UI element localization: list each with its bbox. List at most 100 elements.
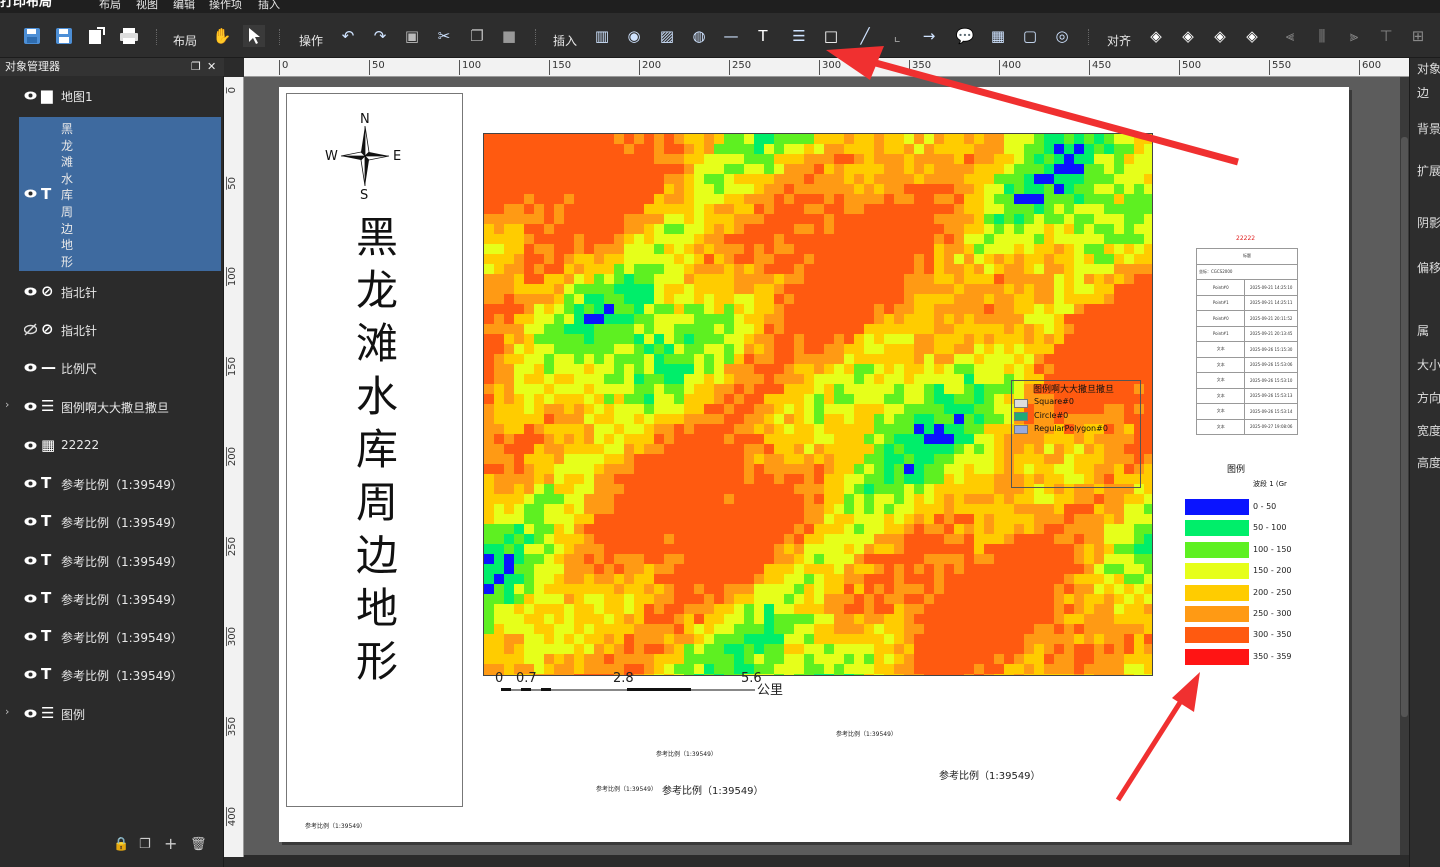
eye-icon[interactable] — [24, 89, 37, 102]
object-row[interactable]: T 参考比例（1:39549） — [0, 503, 224, 539]
insert-web-icon[interactable]: ◎ — [1051, 25, 1073, 47]
table-row: 文本 2025-09-26 15:53:13 — [1195, 387, 1298, 404]
object-row[interactable]: T 参考比例（1:39549） — [0, 465, 224, 501]
object-row[interactable]: › ☰ 图例啊大大撒旦撒旦 — [0, 388, 224, 424]
insert-picture-icon[interactable]: ▢ — [1019, 25, 1041, 47]
layout-canvas[interactable]: N S W E 黑龙滩水库周边地形 参考比例（1:39549） 0 0.7 2.… — [244, 77, 1409, 855]
eye-icon[interactable] — [24, 554, 37, 567]
lock-icon[interactable]: 🔒 — [113, 837, 129, 852]
title-frame[interactable]: N S W E 黑龙滩水库周边地形 — [286, 93, 463, 807]
eye-icon[interactable] — [24, 400, 37, 413]
insert-legend-icon[interactable]: ☰ — [788, 25, 810, 47]
cut-icon[interactable]: ✂ — [433, 25, 455, 47]
align-middle-icon[interactable]: ⊞ — [1407, 25, 1429, 47]
insert-polyline-icon[interactable]: ⌞ — [886, 25, 908, 47]
reference-scale-text[interactable]: 参考比例（1:39549） — [305, 821, 366, 830]
align-right-icon[interactable]: ⫸ — [1343, 25, 1365, 47]
eye-icon[interactable] — [24, 285, 37, 298]
eye-icon[interactable] — [24, 477, 37, 490]
close-panel-icon[interactable]: ✕ — [207, 58, 216, 76]
object-row[interactable]: ⊘ 指北针 — [0, 311, 224, 347]
reference-scale-text[interactable]: 参考比例（1:39549） — [656, 749, 717, 758]
menu-edit[interactable]: 编辑 — [173, 0, 195, 10]
float-panel-icon[interactable]: ❐ — [191, 58, 201, 76]
layer-up-icon[interactable]: ◈ — [1177, 25, 1199, 47]
vertical-scrollbar[interactable] — [1400, 77, 1409, 855]
object-row[interactable]: T 参考比例（1:39549） — [0, 580, 224, 616]
object-row[interactable]: › ☰ 图例 — [0, 695, 224, 731]
menu-layout[interactable]: 布局 — [99, 0, 121, 10]
insert-line-icon[interactable]: ╱ — [854, 25, 876, 47]
insert-image-icon[interactable]: ▨ — [656, 25, 678, 47]
scrollbar-thumb[interactable] — [1401, 137, 1408, 717]
scale-bar[interactable]: 0 0.7 2.8 5.6 公里 — [491, 671, 821, 701]
save-as-icon[interactable] — [53, 25, 75, 47]
insert-globe-icon[interactable]: ◍ — [688, 25, 710, 47]
toolbar-separator — [279, 29, 281, 45]
north-arrow[interactable]: N S W E — [325, 112, 405, 203]
print-icon[interactable] — [118, 25, 140, 47]
menu-operations[interactable]: 操作项 — [209, 0, 242, 10]
eye-icon[interactable] — [24, 668, 37, 681]
table-title[interactable]: 22222 — [1236, 235, 1255, 242]
reference-scale-text[interactable]: 参考比例（1:39549） — [939, 767, 1041, 782]
reference-scale-text[interactable]: 参考比例（1:39549） — [596, 784, 657, 793]
save-icon[interactable] — [21, 25, 43, 47]
layer-down-icon[interactable]: ◈ — [1209, 25, 1231, 47]
insert-rectangle-icon[interactable]: □ — [820, 25, 842, 47]
legend-box-small[interactable]: 图例啊大大撒旦撒旦 Square#0 Circle#0 RegularPolyg… — [1011, 380, 1141, 488]
reference-scale-text[interactable]: 参考比例（1:39549） — [662, 782, 764, 797]
expand-chevron-icon[interactable]: › — [5, 705, 9, 718]
align-center-icon[interactable]: ⫼ — [1311, 25, 1333, 47]
undo-icon[interactable]: ↶ — [337, 25, 359, 47]
select-arrow-icon[interactable] — [243, 25, 265, 47]
attribute-table[interactable]: 标题 坐标：CGCS2000 Point#0 2025-09-21 14:25:10 P… — [1195, 248, 1298, 435]
object-row[interactable]: T 黑龙滩水库周边地形 — [0, 117, 224, 271]
layer-bottom-icon[interactable]: ◈ — [1241, 25, 1263, 47]
menu-insert[interactable]: 插入 — [258, 0, 280, 10]
eye-icon[interactable] — [24, 630, 37, 643]
map-title-text[interactable]: 黑龙滩水库周边地形 — [347, 211, 407, 688]
add-icon[interactable]: + — [164, 834, 177, 853]
export-icon[interactable] — [85, 25, 107, 47]
eye-icon[interactable] — [24, 439, 37, 452]
duplicate-icon[interactable]: ❐ — [139, 837, 151, 852]
legend-label: 250 - 300 — [1253, 609, 1292, 618]
insert-scalebar-icon[interactable]: — — [720, 25, 742, 47]
insert-callout-icon[interactable]: 💬 — [954, 25, 976, 47]
layer-top-icon[interactable]: ◈ — [1145, 25, 1167, 47]
object-row[interactable]: ⊘ 指北针 — [0, 273, 224, 309]
eye-icon[interactable] — [24, 361, 37, 374]
object-row[interactable]: ▦ 22222 — [0, 427, 224, 463]
redo-icon[interactable]: ↷ — [369, 25, 391, 47]
insert-arrow-icon[interactable]: → — [918, 25, 940, 47]
insert-text-icon[interactable]: T — [752, 25, 774, 47]
object-row[interactable]: T 参考比例（1:39549） — [0, 542, 224, 578]
eye-icon[interactable] — [24, 707, 37, 720]
object-row[interactable]: T 参考比例（1:39549） — [0, 618, 224, 654]
object-row-label: 图例 — [61, 708, 86, 722]
expand-chevron-icon[interactable]: › — [5, 398, 9, 411]
delete-icon[interactable]: ■ — [498, 25, 520, 47]
pan-hand-icon[interactable]: ✋ — [211, 25, 233, 47]
insert-table-icon[interactable]: ▦ — [987, 25, 1009, 47]
menu-view[interactable]: 视图 — [136, 0, 158, 10]
object-row[interactable]: T 参考比例（1:39549） — [0, 656, 224, 692]
reference-scale-text[interactable]: 参考比例（1:39549） — [836, 729, 897, 738]
copy-icon[interactable]: ❐ — [466, 25, 488, 47]
insert-compass-icon[interactable]: ◉ — [623, 25, 645, 47]
object-row-label: 黑龙滩水库周边地形 — [61, 122, 74, 269]
align-left-icon[interactable]: ⫷ — [1279, 25, 1301, 47]
insert-map-icon[interactable]: ▥ — [591, 25, 613, 47]
trash-icon[interactable]: 🗑 — [190, 837, 207, 852]
eye-icon[interactable] — [24, 187, 37, 200]
object-row[interactable]: — 比例尺 — [0, 349, 224, 385]
object-row[interactable]: ▆ 地图1 — [0, 77, 224, 113]
eye-icon[interactable] — [24, 592, 37, 605]
align-top-icon[interactable]: ⊤ — [1375, 25, 1397, 47]
eye-hidden-icon[interactable] — [23, 323, 38, 336]
table-subheader: 坐标：CGCS2000 — [1196, 263, 1298, 280]
eye-icon[interactable] — [24, 515, 37, 528]
layout-page[interactable]: N S W E 黑龙滩水库周边地形 参考比例（1:39549） 0 0.7 2.… — [279, 87, 1349, 842]
select-all-icon[interactable]: ▣ — [401, 25, 423, 47]
